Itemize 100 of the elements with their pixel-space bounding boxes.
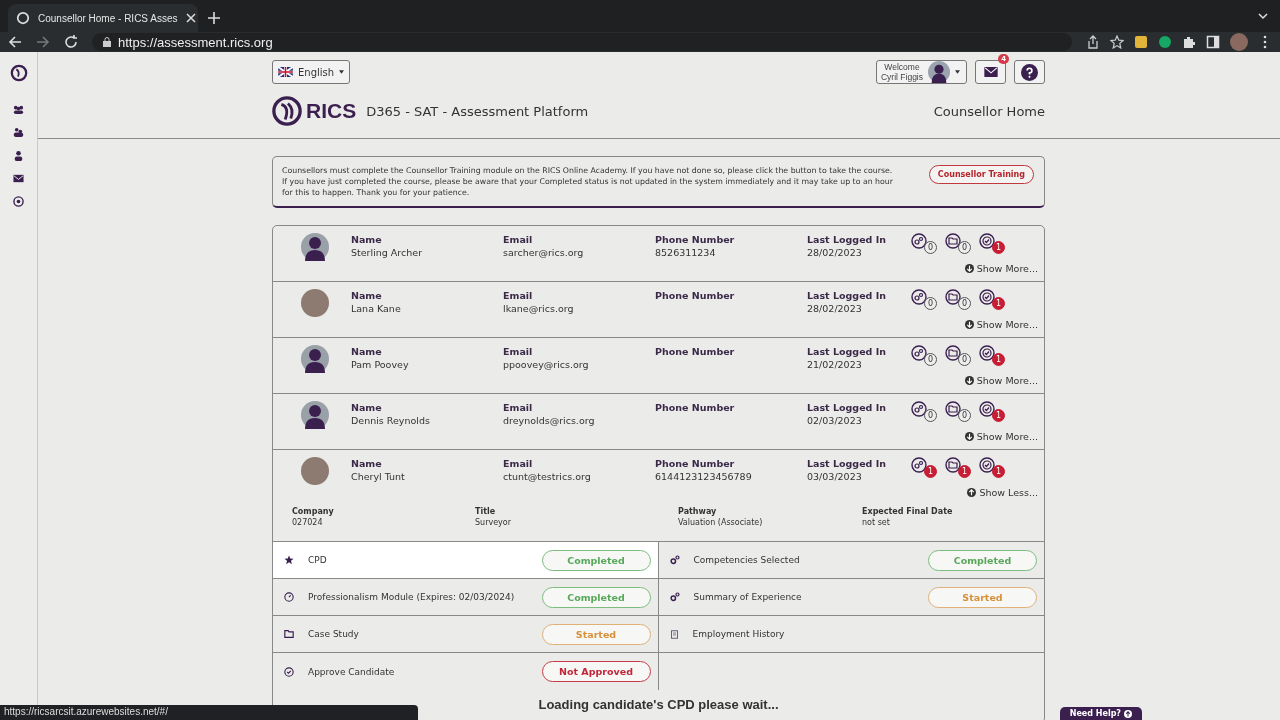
candidate-email: dreynolds@rics.org <box>503 414 596 427</box>
field-label: Last Logged In <box>807 233 887 246</box>
folder-icon[interactable] <box>945 289 961 305</box>
field-label: Name <box>351 345 383 358</box>
show-more-link[interactable]: Show Less... <box>967 487 1038 498</box>
back-icon[interactable] <box>8 35 22 49</box>
gears-icon[interactable] <box>911 401 927 417</box>
profile-avatar-icon[interactable] <box>1230 33 1248 51</box>
sidebar-icon[interactable] <box>1206 35 1220 49</box>
folder-icon[interactable] <box>945 233 961 249</box>
show-more-link[interactable]: Show More... <box>964 319 1038 330</box>
section-label: CPD <box>308 555 328 565</box>
check-circle-icon[interactable] <box>979 457 995 473</box>
section-row[interactable]: CPD Completed <box>273 542 659 579</box>
detail-label: Title <box>475 506 497 517</box>
field-label: Last Logged In <box>807 345 887 358</box>
section-row[interactable]: Professionalism Module (Expires: 02/03/2024) Completed <box>273 579 659 616</box>
field-label: Phone Number <box>655 289 736 302</box>
check-circle-icon[interactable] <box>979 233 995 249</box>
detail-label: Company <box>292 506 335 517</box>
section-label: Case Study <box>308 629 360 639</box>
help-button[interactable] <box>1014 60 1045 84</box>
messages-button[interactable] <box>975 60 1006 84</box>
count-badge: 1 <box>924 465 937 478</box>
show-more-link[interactable]: Show More... <box>964 431 1038 442</box>
count-badge: 1 <box>958 465 971 478</box>
field-label: Email <box>503 345 534 358</box>
detail-label: Pathway <box>678 506 718 517</box>
candidate-name: Dennis Reynolds <box>351 414 431 427</box>
field-label: Email <box>503 457 534 470</box>
new-tab-icon[interactable] <box>208 12 220 24</box>
users-icon[interactable] <box>13 127 24 138</box>
folder-icon[interactable] <box>945 401 961 417</box>
section-row[interactable]: Employment History <box>658 616 1044 653</box>
count-badge: 1 <box>992 241 1005 254</box>
gears-icon[interactable] <box>911 233 927 249</box>
extension-icon[interactable] <box>1158 35 1172 49</box>
extension-icon[interactable] <box>1134 35 1148 49</box>
language-dropdown[interactable]: English <box>272 60 351 84</box>
flag-icon <box>278 67 293 77</box>
user-menu[interactable]: Welcome Cyril Figgis <box>875 60 967 84</box>
group-icon[interactable] <box>13 104 24 115</box>
candidate-email: ppoovey@rics.org <box>503 358 590 371</box>
tab-title: Counsellor Home - RICS Asses <box>38 12 178 24</box>
check-circle-icon[interactable] <box>979 289 995 305</box>
platform-title: D365 - SAT - Assessment Platform <box>366 103 589 119</box>
count-badge: 0 <box>924 353 937 366</box>
section-row[interactable]: Case Study Started <box>273 616 659 653</box>
section-label: Approve Candidate <box>308 666 396 677</box>
browser-tab[interactable]: Counsellor Home - RICS Asses <box>8 4 198 32</box>
loading-message: Loading candidate's CPD please wait... <box>537 696 780 714</box>
status-pill: Not Approved <box>541 661 651 682</box>
gears-icon[interactable] <box>911 457 927 473</box>
close-icon[interactable] <box>185 13 196 23</box>
puzzle-icon[interactable] <box>1182 35 1196 49</box>
field-label: Last Logged In <box>807 289 887 302</box>
gears-icon[interactable] <box>911 345 927 361</box>
folder-icon[interactable] <box>945 345 961 361</box>
user-icon[interactable] <box>13 150 24 161</box>
field-label: Email <box>503 289 534 302</box>
check-circle-icon[interactable] <box>979 401 995 417</box>
last-login-date: 03/03/2023 <box>807 470 863 483</box>
check-circle-icon <box>284 666 294 677</box>
star-icon[interactable] <box>1110 35 1124 49</box>
last-login-date: 28/02/2023 <box>807 302 863 315</box>
count-badge: 0 <box>958 297 971 310</box>
forward-icon[interactable] <box>36 35 50 49</box>
candidate-name: Cheryl Tunt <box>351 470 406 483</box>
field-label: Last Logged In <box>807 457 887 470</box>
count-badge: 0 <box>924 297 937 310</box>
chevron-down-icon[interactable] <box>1258 11 1268 21</box>
status-pill: Started <box>928 586 1037 608</box>
count-badge: 1 <box>992 409 1005 422</box>
help-icon <box>1021 63 1038 81</box>
status-pill: Completed <box>541 549 651 571</box>
section-row[interactable]: Competencies Selected Completed <box>658 542 1044 579</box>
section-label: Employment History <box>692 629 786 639</box>
clock-icon <box>284 592 294 602</box>
count-badge: 0 <box>924 409 937 422</box>
mail-icon <box>983 67 998 77</box>
share-icon[interactable] <box>1086 35 1100 49</box>
detail-value: Surveyor <box>475 517 512 528</box>
count-badge: 0 <box>958 409 971 422</box>
show-more-link[interactable]: Show More... <box>964 263 1038 274</box>
check-circle-icon[interactable] <box>979 345 995 361</box>
gears-icon[interactable] <box>911 289 927 305</box>
show-more-link[interactable]: Show More... <box>964 375 1038 386</box>
building-icon <box>669 629 679 639</box>
field-label: Phone Number <box>655 345 736 358</box>
counsellor-training-button[interactable]: Counsellor Training <box>928 165 1034 184</box>
candidate-name: Sterling Archer <box>351 246 424 259</box>
folder-icon[interactable] <box>945 457 961 473</box>
reload-icon[interactable] <box>64 35 78 49</box>
section-row[interactable]: Approve Candidate Not Approved <box>273 653 659 690</box>
folder-icon <box>284 629 294 639</box>
field-label: Name <box>351 457 383 470</box>
section-row[interactable]: Summary of Experience Started <box>658 579 1044 616</box>
need-help-button[interactable]: Need Help? <box>1059 707 1142 720</box>
mail-icon[interactable] <box>13 173 24 184</box>
address-bar[interactable]: https://assessment.rics.org <box>92 33 1072 51</box>
